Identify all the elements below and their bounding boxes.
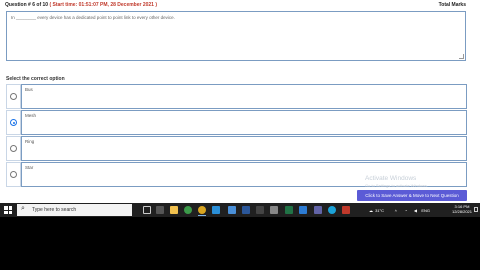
search-placeholder: Type here to search	[32, 207, 77, 213]
save-next-button[interactable]: Click to Save Answer & Move to Next Ques…	[357, 190, 467, 201]
option-row[interactable]: Mesh	[6, 110, 467, 135]
option-label: Mesh	[25, 113, 37, 118]
option-row[interactable]: Bus	[6, 84, 467, 109]
edge-icon[interactable]	[328, 206, 336, 214]
store-icon[interactable]	[212, 206, 220, 214]
app-icon[interactable]	[256, 206, 264, 214]
network-icon[interactable]: ◔	[405, 208, 407, 213]
taskbar: ⌕ Type here to search ☁ 31°C ˄ ◔ ◀ ENG 3…	[0, 203, 480, 217]
exam-page: Question # 6 of 10 ( Start time: 01:51:0…	[0, 0, 480, 203]
option-radio[interactable]	[10, 145, 17, 152]
app-icon[interactable]	[156, 206, 164, 214]
option-textbox[interactable]: Mesh	[21, 110, 467, 135]
question-header: Question # 6 of 10 ( Start time: 01:51:0…	[5, 1, 480, 9]
chevron-up-icon[interactable]: ˄	[395, 208, 397, 213]
language-indicator[interactable]: ENG	[421, 208, 430, 213]
clock-date: 12/28/2021	[451, 209, 472, 214]
photoshop-icon[interactable]	[299, 206, 307, 214]
select-option-label: Select the correct option	[6, 76, 65, 82]
clock[interactable]: 3:16 PM 12/28/2021	[452, 204, 472, 214]
option-textbox[interactable]: Ring	[21, 136, 467, 161]
question-number: Question # 6 of 10	[5, 2, 49, 8]
weather-icon[interactable]: ☁	[369, 208, 373, 213]
file-explorer-icon[interactable]	[170, 206, 178, 214]
total-marks: Total Marks	[438, 2, 466, 8]
notification-icon[interactable]	[474, 207, 478, 212]
volume-icon[interactable]: ◀	[414, 208, 417, 213]
option-label: Bus	[25, 87, 33, 92]
question-textbox[interactable]: In ________ every device has a dedicated…	[6, 11, 466, 61]
app-icon[interactable]	[342, 206, 350, 214]
task-view-icon[interactable]	[143, 206, 151, 214]
taskbar-search[interactable]: ⌕ Type here to search	[17, 204, 132, 216]
option-textbox[interactable]: Bus	[21, 84, 467, 109]
chrome-icon[interactable]	[184, 206, 192, 214]
resize-handle-icon[interactable]	[459, 54, 464, 59]
teams-icon[interactable]	[314, 206, 322, 214]
question-text: In ________ every device has a dedicated…	[11, 15, 175, 20]
app-icon[interactable]	[270, 206, 278, 214]
browser-icon[interactable]	[198, 206, 206, 214]
word-icon[interactable]	[242, 206, 250, 214]
excel-icon[interactable]	[285, 206, 293, 214]
option-radio[interactable]	[10, 93, 17, 100]
search-icon: ⌕	[21, 205, 25, 212]
option-radio-selected[interactable]	[10, 119, 17, 126]
start-time: ( Start time: 01:51:07 PM, 28 December 2…	[49, 2, 158, 8]
activate-windows-subtitle: Go to Settings to activate Windows.	[365, 183, 429, 188]
windows-start-icon[interactable]	[4, 206, 12, 214]
option-label: Ring	[25, 139, 35, 144]
weather-temp: 31°C	[375, 208, 384, 213]
option-row[interactable]: Ring	[6, 136, 467, 161]
activate-windows-watermark: Activate Windows	[365, 175, 417, 182]
option-radio[interactable]	[10, 171, 17, 178]
option-label: Star	[25, 165, 34, 170]
mail-icon[interactable]	[228, 206, 236, 214]
